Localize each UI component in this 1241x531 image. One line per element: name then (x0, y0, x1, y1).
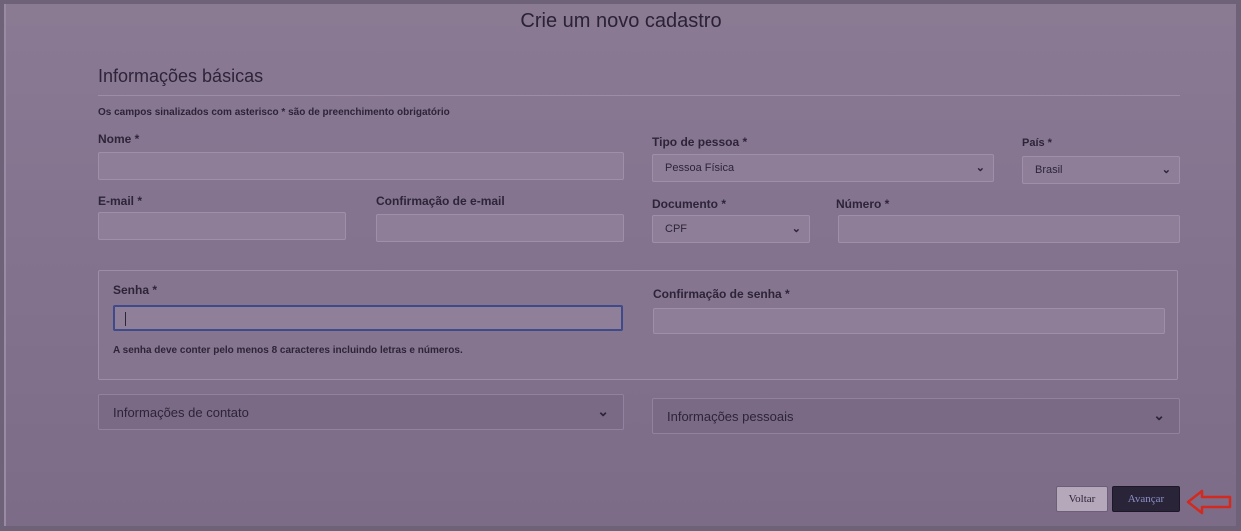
pais-label: País * (1022, 137, 1052, 149)
registration-page: Crie um novo cadastro Informações básica… (4, 4, 1236, 526)
divider (98, 95, 1180, 96)
email-confirm-input[interactable] (376, 214, 624, 242)
senha-hint: A senha deve conter pelo menos 8 caracte… (113, 345, 463, 356)
accordion-personal-info[interactable]: Informações pessoais ⌄ (652, 398, 1180, 434)
senha-input[interactable] (113, 305, 623, 331)
documento-label: Documento * (652, 197, 727, 211)
accordion-contact-info[interactable]: Informações de contato ⌄ (98, 394, 624, 430)
accordion-personal-label: Informações pessoais (667, 409, 794, 424)
email-confirm-label: Confirmação de e-mail (376, 194, 505, 208)
email-input[interactable] (98, 212, 346, 240)
nome-input[interactable] (98, 152, 624, 180)
accordion-contact-label: Informações de contato (113, 405, 249, 420)
chevron-down-icon: ⌄ (975, 162, 985, 174)
email-label: E-mail * (98, 194, 143, 208)
text-cursor (125, 312, 126, 326)
page-title: Crie um novo cadastro (520, 10, 722, 32)
nome-label: Nome * (98, 132, 140, 146)
tipo-pessoa-label: Tipo de pessoa * (652, 135, 748, 149)
tipo-pessoa-select[interactable]: Pessoa Física ⌄ (652, 154, 994, 182)
pais-select[interactable]: Brasil ⌄ (1022, 156, 1180, 184)
left-arrow-icon (1186, 489, 1232, 515)
documento-select[interactable]: CPF ⌄ (652, 215, 810, 243)
back-button[interactable]: Voltar (1056, 486, 1108, 512)
senha-confirm-input[interactable] (653, 308, 1165, 334)
chevron-down-icon: ⌄ (1161, 164, 1171, 176)
numero-input[interactable] (838, 215, 1180, 243)
tipo-pessoa-value: Pessoa Física (665, 162, 735, 174)
numero-label: Número * (836, 197, 890, 211)
senha-label: Senha * (113, 283, 158, 297)
chevron-down-icon: ⌄ (597, 403, 609, 419)
senha-confirm-label: Confirmação de senha * (653, 287, 790, 301)
required-fields-note: Os campos sinalizados com asterisco * sã… (98, 107, 450, 118)
password-section: Senha * Confirmação de senha * A senha d… (98, 270, 1178, 380)
chevron-down-icon: ⌄ (1153, 407, 1165, 423)
next-button[interactable]: Avançar (1112, 486, 1180, 512)
section-title-basic: Informações básicas (98, 66, 264, 86)
documento-value: CPF (665, 223, 687, 235)
pais-value: Brasil (1035, 164, 1063, 176)
chevron-down-icon: ⌄ (791, 223, 801, 235)
